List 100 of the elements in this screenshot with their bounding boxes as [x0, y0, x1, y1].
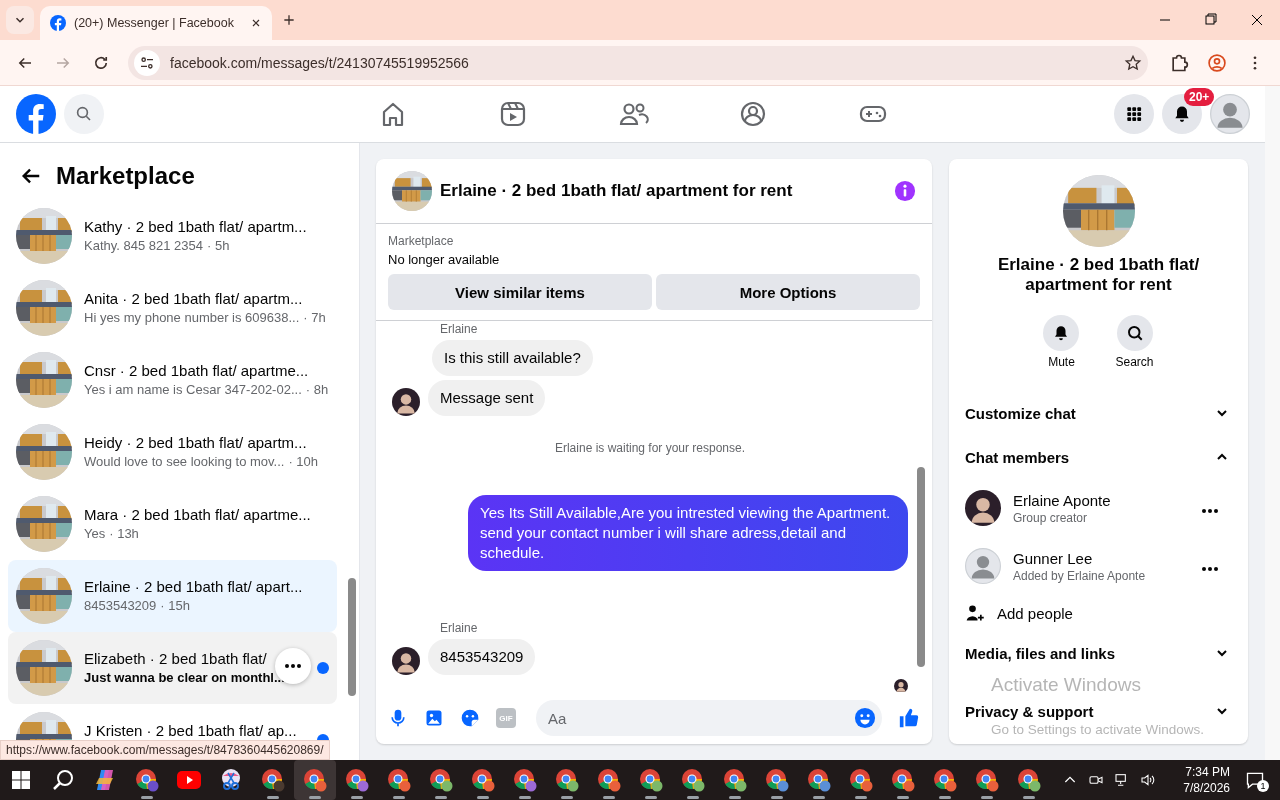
chevron-icon[interactable] — [1216, 407, 1228, 419]
watermark-text: Go to Settings to activate Windows. — [991, 722, 1205, 738]
conversation-item[interactable]: Heidy · 2 bed 1bath flat/ apartm... Would love to see looking to mov... · 10h — [8, 416, 337, 488]
add-person-icon — [965, 603, 985, 623]
close-icon[interactable] — [250, 17, 262, 29]
listing-status: No longer available — [388, 252, 501, 267]
chrome-icon — [723, 768, 747, 792]
add-people-button[interactable]: Add people — [965, 595, 1232, 631]
conversation-title: Mara · 2 bed 1bath flat/ apartme... — [84, 505, 311, 525]
member-role: Added by Erlaine Aponte — [1013, 568, 1147, 583]
notification-badge: 20+ — [1184, 88, 1215, 106]
message-preview: Would love to see looking to mov... — [84, 453, 285, 471]
chrome-icon — [387, 768, 411, 792]
like-icon[interactable] — [898, 707, 920, 729]
conversation-title: Heidy · 2 bed 1bath flat/ apartm... — [84, 433, 307, 453]
extensions-icon[interactable] — [1169, 52, 1189, 73]
message-field[interactable]: Aa — [536, 700, 882, 736]
conversation-title: Kathy · 2 bed 1bath flat/ apartm... — [84, 217, 307, 237]
chrome-icon — [765, 768, 789, 792]
sender-name: Erlaine — [440, 621, 479, 635]
sticker-icon[interactable] — [460, 708, 480, 728]
section-title[interactable]: Chat members — [965, 448, 1070, 466]
chrome-icon — [471, 768, 495, 792]
message-preview: Kathy. 845 821 2354 — [84, 237, 204, 255]
notification-count: 1 — [1257, 780, 1269, 792]
conversation-item[interactable]: Kathy · 2 bed 1bath flat/ apartm... Kathy. 845 821 2354 · 5h — [8, 200, 337, 272]
message-bubble: Message sent — [428, 380, 546, 416]
more-icon[interactable] — [1202, 566, 1218, 571]
listing-button[interactable]: View similar items — [388, 274, 652, 310]
chrome-icon — [1017, 768, 1041, 792]
conversation-title: Anita · 2 bed 1bath flat/ apartm... — [84, 289, 303, 309]
volume-icon[interactable] — [1140, 772, 1156, 788]
new-tab-icon[interactable] — [282, 13, 296, 27]
scissors-icon — [219, 768, 243, 792]
member-role: Group creator — [1013, 510, 1089, 525]
scrollbar[interactable] — [1265, 86, 1280, 760]
windows-icon — [12, 771, 30, 789]
more-icon[interactable] — [285, 664, 301, 668]
conversation-item[interactable]: Erlaine · 2 bed 1bath flat/ apart... 8453543209 · 15h — [8, 560, 337, 632]
clock-date[interactable]: 7/8/2026 — [1166, 780, 1230, 796]
chrome-icon — [807, 768, 831, 792]
status-url: https://www.facebook.com/messages/t/8478360445620869/ — [0, 740, 330, 760]
more-icon[interactable] — [1202, 508, 1218, 513]
youtube-icon — [177, 771, 201, 789]
search-icon — [1125, 324, 1144, 342]
avatar — [965, 548, 1001, 584]
status-notice: Erlaine is waiting for your response. — [553, 441, 747, 455]
avatar — [965, 490, 1001, 526]
avatar — [1210, 94, 1250, 134]
search-icon[interactable] — [75, 105, 93, 123]
listing-button[interactable]: More Options — [656, 274, 920, 310]
sidebar-title: Marketplace — [56, 161, 195, 190]
conversation-item[interactable]: Elizabeth · 2 bed 1bath flat/ Just wanna be clear on monthl... — [8, 632, 337, 704]
message-preview: Hi yes my phone number is 609638... — [84, 309, 300, 327]
facebook-icon — [50, 15, 66, 31]
chrome-icon — [933, 768, 957, 792]
chrome-icon — [597, 768, 621, 792]
section-title[interactable]: Media, files and links — [965, 644, 1116, 662]
listing-label: Marketplace — [388, 234, 455, 248]
member-name: Erlaine Aponte — [1013, 491, 1112, 509]
sender-name: Erlaine — [440, 322, 479, 336]
notification-icon[interactable] — [1245, 770, 1265, 790]
message-time: · 10h — [288, 453, 319, 471]
section-title[interactable]: Customize chat — [965, 404, 1076, 422]
chrome-icon — [513, 768, 537, 792]
clock-time[interactable]: 7:34 PM — [1166, 764, 1230, 780]
conversation-name: Erlaine · 2 bed 1bath flat/ apartment for rent — [996, 255, 1201, 295]
chrome-icon — [261, 768, 285, 792]
apps-grid-icon[interactable] — [1124, 104, 1144, 124]
message-preview: Just wanna be clear on monthl... — [84, 669, 285, 687]
chrome-icon — [429, 768, 453, 792]
conversation-item[interactable]: Cnsr · 2 bed 1bath flat/ apartme... Yes i am name is Cesar 347-202-02... · 8h — [8, 344, 337, 416]
site-settings-icon[interactable] — [139, 54, 155, 71]
emoji-icon[interactable] — [854, 707, 876, 729]
seen-avatar — [894, 679, 908, 692]
chevron-icon[interactable] — [1216, 647, 1228, 659]
star-icon[interactable] — [1124, 53, 1142, 72]
message-preview: Yes — [84, 525, 106, 543]
message-time: · 8h — [305, 381, 329, 399]
facebook-logo[interactable] — [16, 94, 56, 134]
conversation-item[interactable]: Anita · 2 bed 1bath flat/ apartm... Hi yes my phone number is 609638... · 7h — [8, 272, 337, 344]
profile-icon[interactable] — [1207, 52, 1227, 73]
section-title[interactable]: Privacy & support — [965, 702, 1094, 720]
info-icon[interactable] — [894, 180, 916, 202]
conversation-title: Cnsr · 2 bed 1bath flat/ apartme... — [84, 361, 309, 381]
taskbar-button[interactable] — [294, 760, 336, 800]
photo-icon[interactable] — [424, 708, 444, 728]
message-time: · 13h — [109, 525, 139, 543]
member-name: Gunner Lee — [1013, 549, 1094, 567]
chevron-icon[interactable] — [1216, 705, 1228, 717]
message-bubble: 8453543209 — [428, 639, 536, 675]
message-time: · 5h — [207, 237, 230, 255]
chrome-icon — [681, 768, 705, 792]
chrome-icon — [345, 768, 369, 792]
microphone-icon[interactable] — [388, 708, 408, 728]
conversation-title: J Kristen · 2 bed 1bath flat/ ap... — [84, 721, 297, 740]
chrome-icon — [849, 768, 873, 792]
message-preview: Yes i am name is Cesar 347-202-02... — [84, 381, 302, 399]
conversation-item[interactable]: Mara · 2 bed 1bath flat/ apartme... Yes · 13h — [8, 488, 337, 560]
conversation-title: Erlaine · 2 bed 1bath flat/ apart... — [84, 577, 303, 597]
